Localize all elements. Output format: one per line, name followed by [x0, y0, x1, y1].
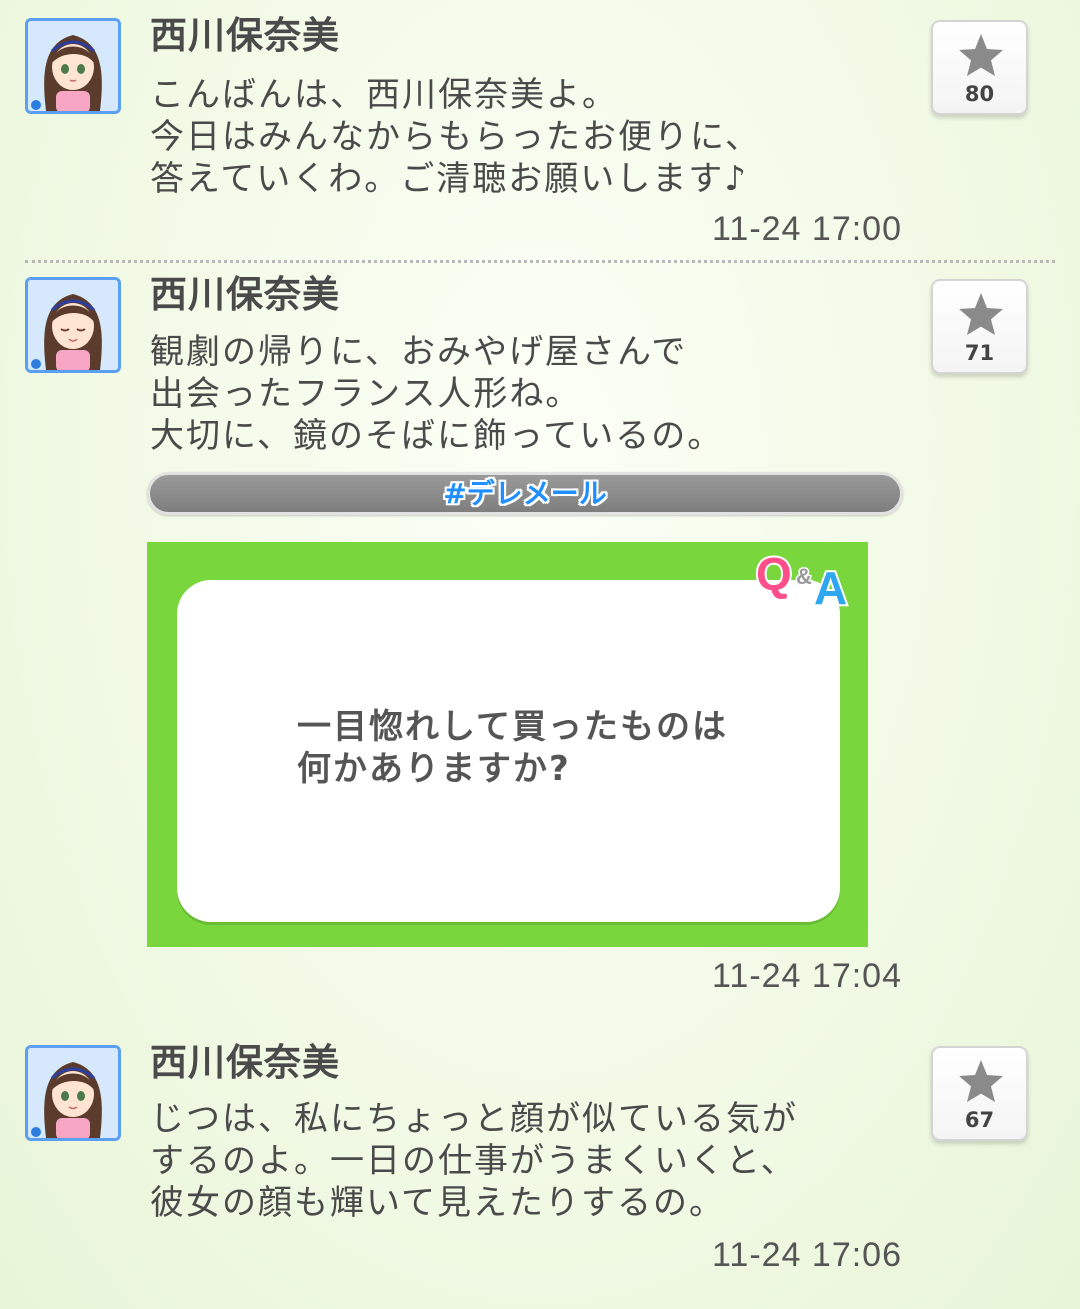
post-3: 西川保奈美 じつは、私にちょっと顔が似ている気が するのよ。一日の仕事がうまくい… — [0, 0, 1080, 1309]
star-icon — [959, 1060, 1003, 1102]
post-message: じつは、私にちょっと顔が似ている気が するのよ。一日の仕事がうまくいくと、 彼女… — [150, 1099, 798, 1223]
avatar[interactable] — [25, 1045, 121, 1141]
favorite-button[interactable]: 67 — [931, 1046, 1028, 1141]
post-timestamp: 11-24 17:06 — [712, 1236, 902, 1274]
favorite-count: 67 — [964, 1108, 995, 1132]
author-name: 西川保奈美 — [150, 1041, 340, 1084]
character-avatar-icon — [28, 1048, 118, 1138]
